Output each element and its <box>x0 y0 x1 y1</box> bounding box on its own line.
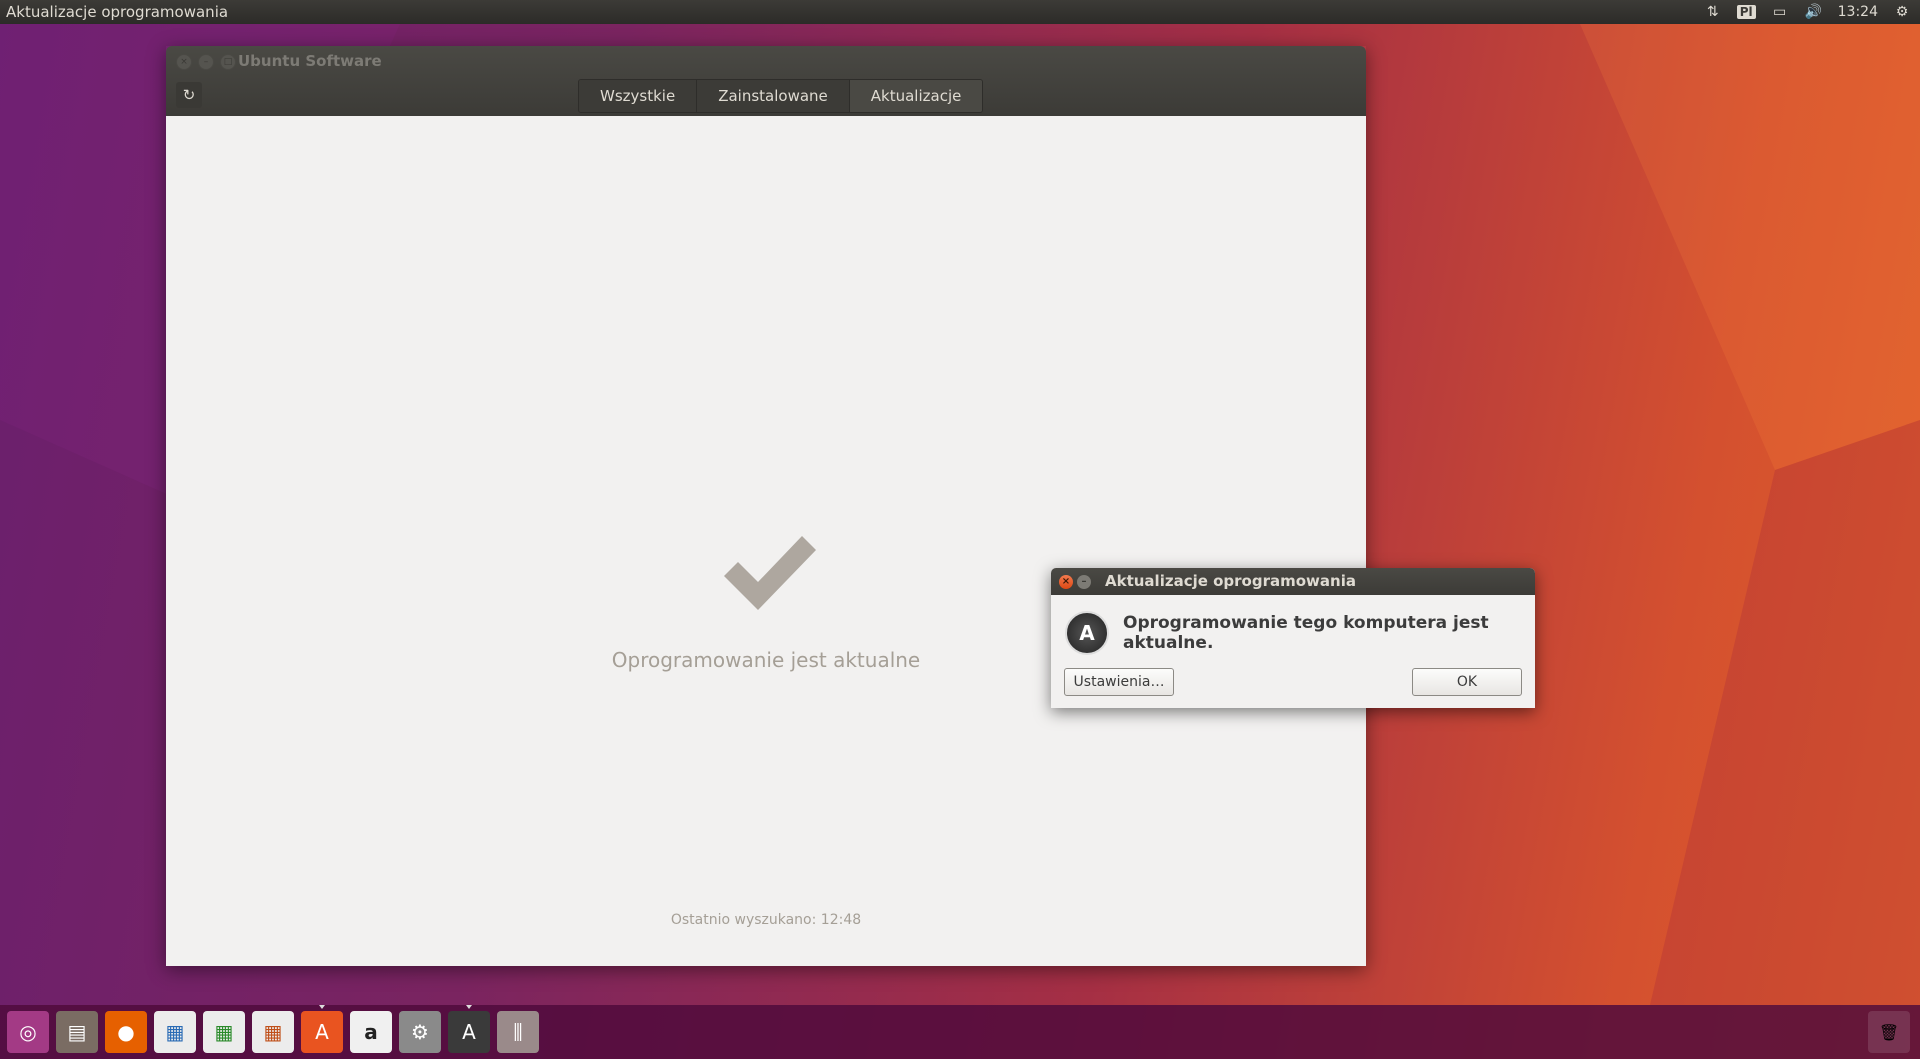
files-icon[interactable]: ▤ <box>56 1011 98 1053</box>
firefox-icon[interactable]: ● <box>105 1011 147 1053</box>
software-center-icon[interactable]: A <box>301 1005 343 1053</box>
tab-installed[interactable]: Zainstalowane <box>697 80 850 112</box>
minimize-icon[interactable]: – <box>198 54 214 70</box>
minimize-icon[interactable]: – <box>1077 575 1091 589</box>
active-window-title: Aktualizacje oprogramowania <box>6 3 229 21</box>
software-updater-icon[interactable]: A <box>448 1005 490 1053</box>
software-updater-icon: A <box>1065 611 1109 655</box>
checkmark-icon <box>724 536 816 610</box>
system-settings-icon[interactable]: ⚙ <box>399 1011 441 1053</box>
updater-dialog: × – Aktualizacje oprogramowania A Oprogr… <box>1051 568 1535 708</box>
battery-icon[interactable]: ▭ <box>1770 2 1790 22</box>
refresh-button[interactable]: ↻ <box>176 82 202 108</box>
updates-content: Oprogramowanie jest aktualne Ostatnio wy… <box>166 116 1366 966</box>
dialog-titlebar: × – Aktualizacje oprogramowania <box>1051 568 1535 595</box>
keyboard-layout-indicator[interactable]: Pl <box>1736 5 1756 19</box>
top-panel: Aktualizacje oprogramowania ⇅ Pl ▭ 🔊 13:… <box>0 0 1920 24</box>
impress-icon[interactable]: ▦ <box>252 1011 294 1053</box>
launcher: ◎ ▤ ● ▦ ▦ ▦ A a ⚙ A ⫼ 🗑 <box>0 1005 1920 1059</box>
indicator-area: ⇅ Pl ▭ 🔊 13:24 ⚙ <box>1703 2 1920 22</box>
maximize-icon[interactable]: □ <box>220 54 236 70</box>
dialog-message: Oprogramowanie tego komputera jest aktua… <box>1123 613 1489 653</box>
ubuntu-software-window: × – □ Ubuntu Software ↻ Wszystkie Zainst… <box>166 46 1366 966</box>
window-title: Ubuntu Software <box>238 52 382 70</box>
calc-icon[interactable]: ▦ <box>203 1011 245 1053</box>
ok-button[interactable]: OK <box>1412 668 1522 696</box>
equalizer-icon[interactable]: ⫼ <box>497 1011 539 1053</box>
session-gear-icon[interactable]: ⚙ <box>1892 2 1912 22</box>
settings-button[interactable]: Ustawienia… <box>1064 668 1174 696</box>
close-icon[interactable]: × <box>176 54 192 70</box>
close-icon[interactable]: × <box>1059 575 1073 589</box>
network-icon[interactable]: ⇅ <box>1703 2 1723 22</box>
window-titlebar: × – □ Ubuntu Software ↻ Wszystkie Zainst… <box>166 46 1366 116</box>
dialog-title: Aktualizacje oprogramowania <box>1105 572 1356 590</box>
view-tabs: Wszystkie Zainstalowane Aktualizacje <box>578 79 984 113</box>
amazon-icon[interactable]: a <box>350 1011 392 1053</box>
writer-icon[interactable]: ▦ <box>154 1011 196 1053</box>
refresh-icon: ↻ <box>182 86 196 104</box>
volume-icon[interactable]: 🔊 <box>1804 2 1824 22</box>
clock[interactable]: 13:24 <box>1838 4 1878 20</box>
trash-icon[interactable]: 🗑 <box>1868 1011 1910 1053</box>
window-controls: × – □ <box>176 54 236 70</box>
ubuntu-dash-icon[interactable]: ◎ <box>7 1011 49 1053</box>
last-checked-text: Ostatnio wyszukano: 12:48 <box>670 912 862 928</box>
tab-all[interactable]: Wszystkie <box>579 80 698 112</box>
tab-updates[interactable]: Aktualizacje <box>849 80 983 112</box>
